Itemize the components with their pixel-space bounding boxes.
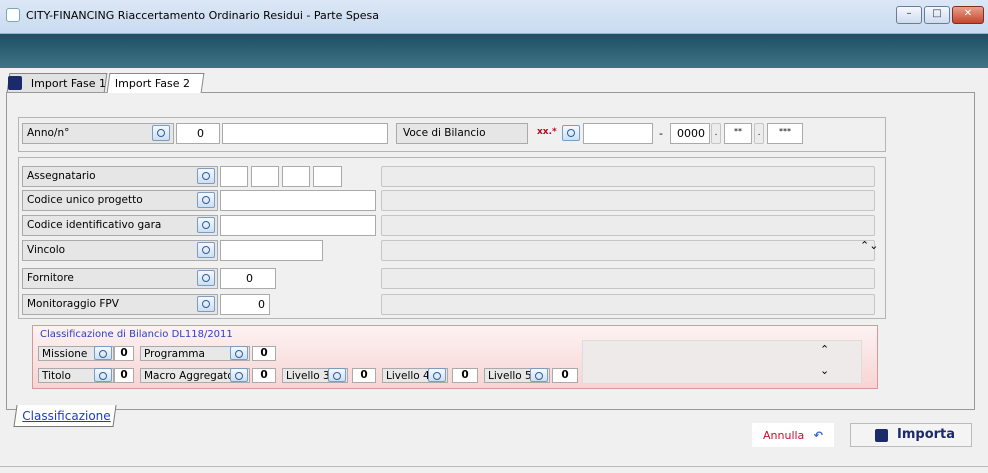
- fornitore-description: [381, 268, 875, 289]
- voce-dot-2: .: [754, 123, 764, 144]
- window-title: CITY-FINANCING Riaccertamento Ordinario …: [26, 9, 380, 22]
- titolo-value[interactable]: 0: [114, 368, 134, 383]
- voce-code-input[interactable]: 0000: [670, 123, 710, 144]
- minimize-button[interactable]: –: [896, 6, 922, 24]
- vincolo-description: [381, 240, 875, 261]
- scroll-down-icon[interactable]: ⌄: [820, 364, 829, 377]
- tab-classificazione[interactable]: Classificazione: [13, 405, 117, 427]
- livello3-value[interactable]: 0: [352, 368, 376, 383]
- voce-lookup-icon[interactable]: [562, 125, 580, 141]
- livello5-value[interactable]: 0: [552, 368, 578, 383]
- vincolo-label: Vincolo: [22, 240, 218, 261]
- anno-lookup-icon[interactable]: [152, 125, 170, 141]
- cup-description: [381, 190, 875, 211]
- annulla-button[interactable]: Annulla ↶: [752, 423, 834, 447]
- monitoraggio-input[interactable]: 0: [220, 294, 270, 315]
- macro-lookup-icon[interactable]: [230, 368, 248, 382]
- monitoraggio-label: Monitoraggio FPV: [22, 294, 218, 315]
- missione-value[interactable]: 0: [114, 346, 134, 361]
- tab-icon: [8, 76, 22, 90]
- programma-value[interactable]: 0: [252, 346, 276, 361]
- voce-dot-1: .: [711, 123, 721, 144]
- programma-lookup-icon[interactable]: [230, 346, 248, 360]
- monitoraggio-lookup-icon[interactable]: [197, 296, 215, 312]
- voce-ast-2[interactable]: ***: [767, 123, 803, 144]
- classificazione-title: Classificazione di Bilancio DL118/2011: [40, 329, 233, 340]
- cup-input[interactable]: [220, 190, 376, 211]
- toolbar-band: [0, 34, 988, 68]
- livello5-lookup-icon[interactable]: [530, 368, 548, 382]
- importa-icon: [875, 429, 888, 442]
- voce-prefix: xx.*: [537, 127, 557, 137]
- voce-separator: -: [659, 127, 663, 140]
- monitoraggio-description: [381, 294, 875, 315]
- anno-input[interactable]: 0: [176, 123, 220, 144]
- fornitore-lookup-icon[interactable]: [197, 270, 215, 286]
- assegnatario-description: [381, 166, 875, 187]
- close-button[interactable]: ✕: [952, 6, 984, 24]
- livello4-lookup-icon[interactable]: [428, 368, 446, 382]
- tab-import-fase-2[interactable]: Import Fase 2: [106, 73, 205, 93]
- cig-description: [381, 215, 875, 236]
- vincolo-input[interactable]: [220, 240, 323, 261]
- assegnatario-input-1[interactable]: [220, 166, 248, 187]
- fornitore-input[interactable]: 0: [220, 268, 276, 289]
- window-titlebar: CITY-FINANCING Riaccertamento Ordinario …: [0, 0, 988, 34]
- assegnatario-lookup-icon[interactable]: [197, 168, 215, 184]
- livello4-value[interactable]: 0: [452, 368, 478, 383]
- livello3-lookup-icon[interactable]: [328, 368, 346, 382]
- vincolo-spinner-icon[interactable]: ⌃⌄: [860, 240, 878, 251]
- cup-label: Codice unico progetto: [22, 190, 218, 211]
- scroll-up-icon[interactable]: ⌃: [820, 343, 829, 356]
- voce-ast-1[interactable]: **: [724, 123, 752, 144]
- maximize-button[interactable]: □: [924, 6, 950, 24]
- status-line: [0, 466, 988, 473]
- titolo-lookup-icon[interactable]: [94, 368, 112, 382]
- cig-lookup-icon[interactable]: [197, 217, 215, 233]
- macro-value[interactable]: 0: [252, 368, 276, 383]
- cup-lookup-icon[interactable]: [197, 192, 215, 208]
- app-icon: [6, 8, 20, 22]
- assegnatario-label: Assegnatario: [22, 166, 218, 187]
- undo-icon: ↶: [813, 429, 824, 442]
- fornitore-label: Fornitore: [22, 268, 218, 289]
- assegnatario-input-2[interactable]: [251, 166, 279, 187]
- assegnatario-input-3[interactable]: [282, 166, 310, 187]
- voce-bilancio-label: Voce di Bilancio: [396, 123, 528, 144]
- cig-label: Codice identificativo gara: [22, 215, 218, 236]
- importa-button[interactable]: Importa: [850, 423, 972, 447]
- numero-input[interactable]: [222, 123, 388, 144]
- missione-lookup-icon[interactable]: [94, 346, 112, 360]
- assegnatario-input-4[interactable]: [313, 166, 342, 187]
- voce-input[interactable]: [583, 123, 653, 144]
- cig-input[interactable]: [220, 215, 376, 236]
- vincolo-lookup-icon[interactable]: [197, 242, 215, 258]
